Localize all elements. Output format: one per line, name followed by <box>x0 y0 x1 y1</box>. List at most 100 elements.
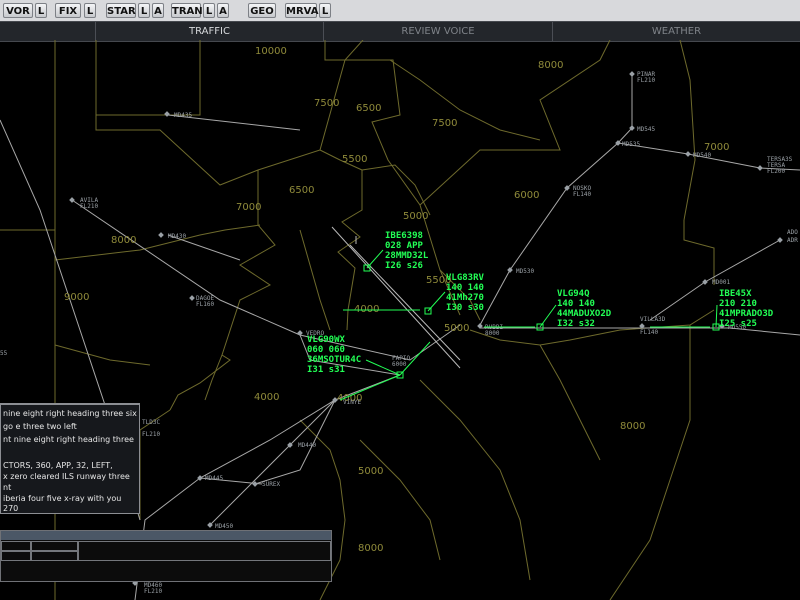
callsign: IBE45X <box>719 289 752 299</box>
fix-label: MD540 <box>693 152 711 159</box>
fix-label: MD445 <box>205 475 223 482</box>
data-block-vlg90wx[interactable]: VLG90WX 060 060 36MSOTUR4C I31 s31 <box>307 335 361 375</box>
fix-button[interactable]: FIX <box>55 3 81 18</box>
transcript-line: 270 <box>3 504 19 513</box>
altitude-labels: 10000 8000 7500 6500 5500 7500 6000 6500… <box>64 46 729 554</box>
fix-label: MD545 <box>637 126 655 133</box>
mrva-button[interactable]: MRVA <box>285 3 318 18</box>
fix-label: FL140 <box>640 329 658 336</box>
fix-l-toggle[interactable]: L <box>84 3 96 18</box>
altitude-label: 10000 <box>255 46 287 57</box>
altitude-readout: 028 APP <box>385 241 424 251</box>
strip-cell[interactable] <box>1 551 31 561</box>
altitude-label: 6000 <box>514 190 539 201</box>
tran-a-toggle[interactable]: A <box>217 3 229 18</box>
data-block-ibe6398[interactable]: IBE6398 028 APP 28MMD32L I26 s26 <box>385 231 429 271</box>
vor-button[interactable]: VOR <box>3 3 33 18</box>
fix-label: FL140 <box>573 191 591 198</box>
altitude-label: 6500 <box>289 185 314 196</box>
altitude-readout: 060 060 <box>307 345 345 355</box>
route-readout: 41Mh270 <box>446 293 484 303</box>
transcript-line: go e three two left <box>3 422 77 431</box>
fix-label: SUREX <box>262 481 280 488</box>
fix-label: FL210 <box>142 431 160 438</box>
altitude-label: 7500 <box>432 118 457 129</box>
route-readout: 36MSOTUR4C <box>307 355 361 365</box>
radar-scope[interactable]: 10000 8000 7500 6500 5500 7500 6000 6500… <box>0 40 800 600</box>
tab-traffic[interactable]: TRAFFIC <box>96 22 324 41</box>
fix-label: TLD3C <box>142 419 160 426</box>
star-a-toggle[interactable]: A <box>152 3 164 18</box>
altitude-label: 8000 <box>358 543 383 554</box>
fix-label: MD530 <box>516 268 534 275</box>
transcript-line: x zero cleared ILS runway three <box>3 472 130 481</box>
fix-label: ADO <box>787 229 798 236</box>
star-l-toggle[interactable]: L <box>138 3 150 18</box>
strip-cell[interactable] <box>31 551 78 561</box>
transcript-line: CTORS, 360, APP, 32, LEFT, <box>3 461 113 470</box>
altitude-label: 5000 <box>403 211 428 222</box>
data-block-vlg94q[interactable]: VLG94Q 140 140 44MADUXO2D I32 s32 <box>557 289 612 329</box>
tab-blank <box>0 22 96 41</box>
tran-l-toggle[interactable]: L <box>203 3 215 18</box>
speed-readout: I26 s26 <box>385 261 423 271</box>
fix-labels: MD435 PINAR FL210 MD545 MD535 MD540 TERS… <box>0 71 798 595</box>
transcript-line: nt nine eight right heading three <box>3 435 134 444</box>
callsign: VLG90WX <box>307 335 346 345</box>
altitude-label: 8000 <box>538 60 563 71</box>
speed-readout: I30 s30 <box>446 303 484 313</box>
fix-label: FL210 <box>637 77 655 84</box>
fix-label: FL160 <box>196 301 214 308</box>
route-readout: 28MMD32L <box>385 251 429 261</box>
voice-transcript-panel[interactable]: nine eight right heading three six go e … <box>0 403 140 514</box>
tab-weather[interactable]: WEATHER <box>553 22 800 41</box>
altitude-readout: 140 140 <box>557 299 595 309</box>
airways <box>0 74 800 600</box>
fix-label: MD001 <box>712 279 730 286</box>
geo-button[interactable]: GEO <box>248 3 276 18</box>
strip-cell[interactable] <box>78 541 331 561</box>
fix-label: ADR <box>787 237 798 244</box>
altitude-label: 5000 <box>444 323 469 334</box>
altitude-label: 7500 <box>314 98 339 109</box>
fix-label: MD440 <box>298 442 316 449</box>
transcript-line: nt <box>3 483 12 492</box>
data-block-vlg83rv[interactable]: VLG83RV 140 140 41Mh270 I30 s30 <box>446 273 485 313</box>
fix-label: FL210 <box>80 203 98 210</box>
altitude-label: 6500 <box>356 103 381 114</box>
vor-l-toggle[interactable]: L <box>35 3 47 18</box>
altitude-label: 9000 <box>64 292 89 303</box>
speed-readout: I31 s31 <box>307 365 345 375</box>
route-readout: 41MPRADO3D <box>719 309 774 319</box>
transcript-line: iberia four five x-ray with you <box>3 494 122 503</box>
speed-readout: I25 s25 <box>719 319 757 329</box>
fix-label: MD450 <box>215 523 233 530</box>
strip-cell[interactable] <box>31 541 78 551</box>
altitude-label: 5500 <box>342 154 367 165</box>
altitude-label: 8000 <box>620 421 645 432</box>
route-readout: 44MADUXO2D <box>557 309 612 319</box>
altitude-label: 8000 <box>111 235 136 246</box>
altitude-readout: 210 210 <box>719 299 757 309</box>
fix-label: 6000 <box>392 361 407 368</box>
fix-label: MD535 <box>622 141 640 148</box>
fix-label: FL200 <box>767 168 785 175</box>
data-block-ibe45x[interactable]: IBE45X 210 210 41MPRADO3D I25 s25 <box>719 289 774 329</box>
speed-readout: I32 s32 <box>557 319 595 329</box>
map-toolbar: VOR L FIX L STAR L A TRAN L A GEO MRVA L <box>0 0 800 22</box>
tab-review-voice[interactable]: REVIEW VOICE <box>324 22 553 41</box>
callsign: VLG94Q <box>557 289 590 299</box>
fix-label: FL210 <box>144 588 162 595</box>
tran-button[interactable]: TRAN <box>171 3 203 18</box>
altitude-label: 5000 <box>358 466 383 477</box>
view-tabs: TRAFFIC REVIEW VOICE WEATHER <box>0 21 800 42</box>
strip-cell[interactable] <box>1 541 31 551</box>
star-button[interactable]: STAR <box>106 3 136 18</box>
altitude-label: 4000 <box>254 392 279 403</box>
callsign: VLG83RV <box>446 273 485 283</box>
fix-label: 8000 <box>485 330 500 337</box>
altitude-label: 7000 <box>236 202 261 213</box>
fix-label: VILLA3D <box>640 316 666 323</box>
flight-strip-panel[interactable] <box>0 530 332 582</box>
mrva-l-toggle[interactable]: L <box>319 3 331 18</box>
